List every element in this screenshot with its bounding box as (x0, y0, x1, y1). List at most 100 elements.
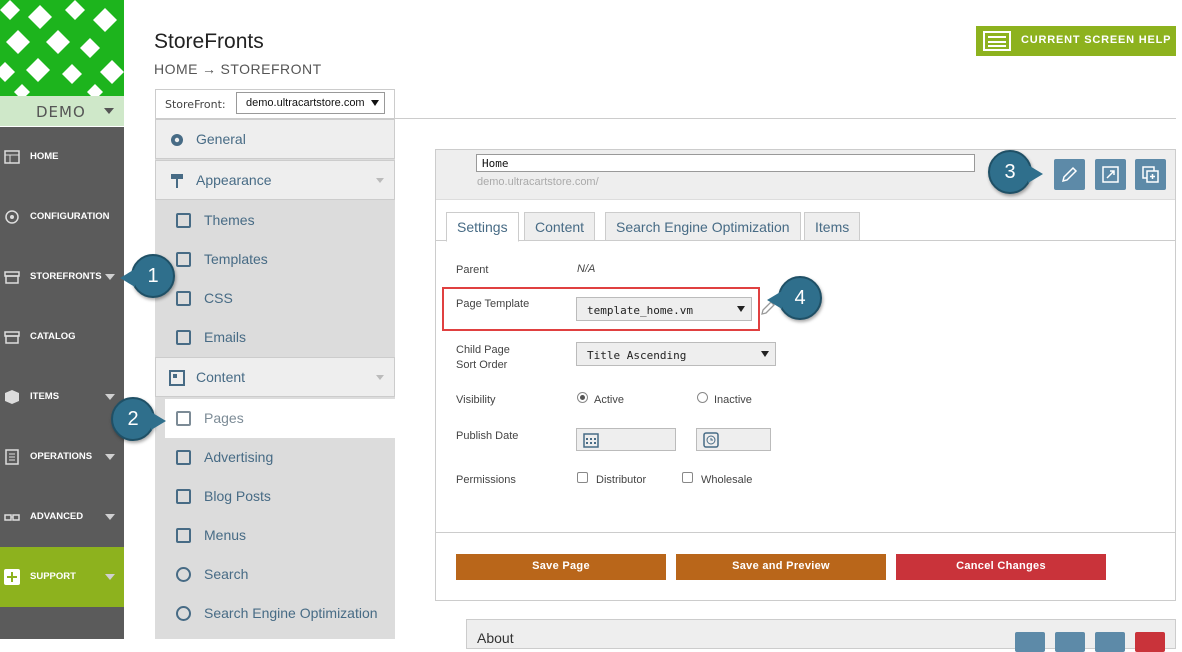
chevron-down-icon (105, 394, 115, 400)
child-sort-value: Title Ascending (587, 349, 687, 362)
paint-roller-icon (171, 174, 183, 188)
submenu-general[interactable]: General (155, 119, 395, 159)
about-open-button[interactable] (1055, 632, 1085, 652)
submenu-css[interactable]: CSS (165, 279, 395, 318)
divider (436, 532, 1175, 533)
tab-seo[interactable]: Search Engine Optimization (605, 212, 801, 241)
help-screen-icon (983, 31, 1011, 51)
page-name-input[interactable] (476, 154, 975, 172)
submenu-content[interactable]: Content (155, 357, 395, 397)
permission-wholesale-checkbox[interactable] (682, 472, 693, 483)
current-screen-help-button[interactable]: CURRENT SCREEN HELP (976, 26, 1176, 56)
visibility-inactive-radio[interactable] (697, 392, 708, 403)
about-label: About (477, 630, 514, 646)
tab-content[interactable]: Content (524, 212, 596, 241)
submenu-blog-posts[interactable]: Blog Posts (165, 477, 395, 516)
chevron-down-icon (376, 178, 384, 183)
calendar-icon (583, 433, 599, 448)
chevron-down-icon (104, 108, 114, 114)
content-icon (169, 370, 185, 386)
submenu-themes[interactable]: Themes (165, 201, 395, 240)
submenu-menus[interactable]: Menus (165, 516, 395, 555)
open-page-button[interactable] (1095, 159, 1126, 190)
visibility-active-label: Active (594, 394, 624, 406)
nav-item-items[interactable]: ITEMS (0, 367, 124, 427)
parent-label: Parent (456, 264, 489, 276)
visibility-inactive-label: Inactive (714, 394, 752, 406)
nav-item-advanced[interactable]: ADVANCED (0, 487, 124, 547)
visibility-active-radio[interactable] (577, 392, 588, 403)
visibility-label: Visibility (456, 394, 496, 406)
callout-number: 1 (147, 265, 159, 287)
publish-time-input[interactable] (696, 428, 771, 451)
chevron-down-icon (105, 574, 115, 580)
storefront-select[interactable]: demo.ultracartstore.com (236, 92, 385, 114)
submenu-pages[interactable]: Pages (165, 399, 395, 438)
breadcrumb-home[interactable]: HOME (154, 61, 198, 77)
callout-number: 4 (794, 287, 806, 309)
child-sort-label-line1: Child Page (456, 344, 510, 356)
gear-icon (171, 134, 183, 146)
chevron-down-icon (761, 351, 769, 357)
submenu-seo[interactable]: Search Engine Optimization (165, 594, 395, 633)
edit-page-button[interactable] (1054, 159, 1085, 190)
copy-page-button[interactable] (1135, 159, 1166, 190)
logo-pattern-icon (0, 0, 124, 100)
nav-item-storefronts[interactable]: STOREFRONTS (0, 247, 124, 307)
submenu-search[interactable]: Search (165, 555, 395, 594)
submenu-emails[interactable]: Emails (165, 318, 395, 357)
box-icon (5, 390, 19, 404)
save-page-button[interactable]: Save Page (456, 554, 666, 580)
callout-pointer (151, 412, 166, 430)
publish-date-label: Publish Date (456, 430, 519, 442)
nav-item-label: ADVANCED (30, 511, 84, 522)
help-button-label: CURRENT SCREEN HELP (1021, 34, 1172, 46)
gear-icon (5, 210, 19, 224)
nav-item-catalog[interactable]: CATALOG (0, 307, 124, 367)
child-sort-select[interactable]: Title Ascending (576, 342, 776, 366)
about-copy-button[interactable] (1095, 632, 1125, 652)
storefront-icon (4, 271, 20, 284)
cancel-changes-button[interactable]: Cancel Changes (896, 554, 1106, 580)
chevron-down-icon (105, 274, 115, 280)
nav-item-configuration[interactable]: CONFIGURATION (0, 187, 124, 247)
submenu-templates-label: Templates (204, 251, 268, 267)
tab-items[interactable]: Items (804, 212, 861, 241)
chevron-down-icon (737, 306, 745, 312)
parent-value: N/A (577, 263, 596, 275)
tab-settings[interactable]: Settings (446, 212, 519, 242)
blog-edit-icon (176, 489, 191, 504)
nav-item-label: HOME (30, 151, 59, 162)
submenu-general-label: General (196, 131, 246, 147)
css-file-icon (176, 291, 191, 306)
chevron-down-icon (376, 375, 384, 380)
page-template-select[interactable]: template_home.vm (576, 297, 752, 321)
about-edit-button[interactable] (1015, 632, 1045, 652)
nav-item-label: ITEMS (30, 391, 60, 402)
copy-icon (1142, 166, 1159, 183)
submenu-advertising[interactable]: Advertising (165, 438, 395, 477)
glasses-icon (4, 514, 20, 521)
chevron-down-icon (105, 454, 115, 460)
callout-1: 1 (120, 254, 175, 298)
environment-selector[interactable]: DEMO (0, 96, 124, 126)
storefront-select-label: StoreFront: (165, 98, 226, 111)
about-delete-button[interactable] (1135, 632, 1165, 652)
storefront-select-value: demo.ultracartstore.com (246, 97, 365, 109)
publish-date-input[interactable] (576, 428, 676, 451)
submenu-appearance[interactable]: Appearance (155, 160, 395, 200)
permission-distributor-checkbox[interactable] (577, 472, 588, 483)
save-and-preview-button[interactable]: Save and Preview (676, 554, 886, 580)
templates-icon (176, 252, 191, 267)
nav-item-support[interactable]: SUPPORT (0, 547, 124, 607)
nav-item-home[interactable]: HOME (0, 127, 124, 187)
submenu-content-label: Content (196, 369, 246, 385)
divider (394, 118, 1176, 119)
submenu-templates[interactable]: Templates (165, 240, 395, 279)
breadcrumb-storefront[interactable]: STOREFRONT (221, 61, 322, 77)
nav-item-operations[interactable]: OPERATIONS (0, 427, 124, 487)
storefront-submenu: General Appearance Themes Templates CSS … (155, 119, 395, 639)
menu-list-icon (176, 528, 191, 543)
callout-2: 2 (111, 397, 166, 441)
child-sort-label: Child Page Sort Order (456, 343, 510, 373)
